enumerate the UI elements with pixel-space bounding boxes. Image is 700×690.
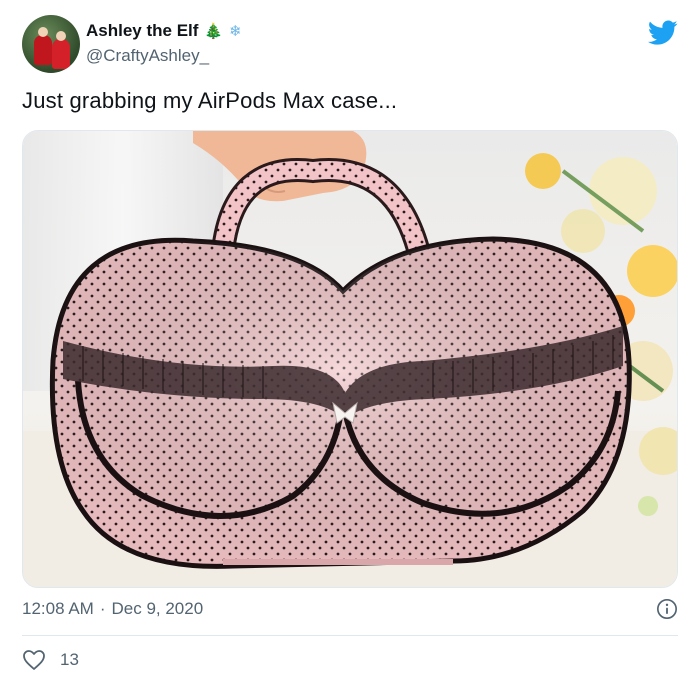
heart-icon[interactable] — [22, 649, 46, 671]
christmas-tree-emoji: 🎄 — [204, 22, 224, 40]
like-count: 13 — [60, 650, 79, 669]
snowflake-emoji: ❄ — [229, 22, 242, 40]
tweet-card: Ashley the Elf 🎄 ❄ @CraftyAshley_ Just g… — [0, 0, 700, 690]
tweet-date[interactable]: Dec 9, 2020 — [112, 599, 204, 619]
display-name-row: Ashley the Elf 🎄 ❄ — [86, 20, 242, 42]
user-info: Ashley the Elf 🎄 ❄ @CraftyAshley_ — [86, 20, 242, 66]
divider — [22, 635, 678, 636]
info-icon[interactable] — [656, 598, 678, 620]
twitter-bird-icon[interactable] — [648, 20, 678, 46]
likes-row: 13 — [22, 649, 79, 671]
tweet-text: Just grabbing my AirPods Max case... — [22, 88, 398, 113]
photo-pink-polka-dot-case — [23, 131, 677, 587]
user-handle[interactable]: @CraftyAshley_ — [86, 46, 242, 66]
display-name[interactable]: Ashley the Elf — [86, 21, 198, 41]
tweet-meta: 12:08 AM · Dec 9, 2020 — [22, 597, 678, 621]
tweet-photo[interactable] — [22, 130, 678, 588]
meta-separator: · — [99, 599, 106, 618]
avatar[interactable] — [22, 15, 80, 73]
tweet-time[interactable]: 12:08 AM — [22, 599, 94, 619]
